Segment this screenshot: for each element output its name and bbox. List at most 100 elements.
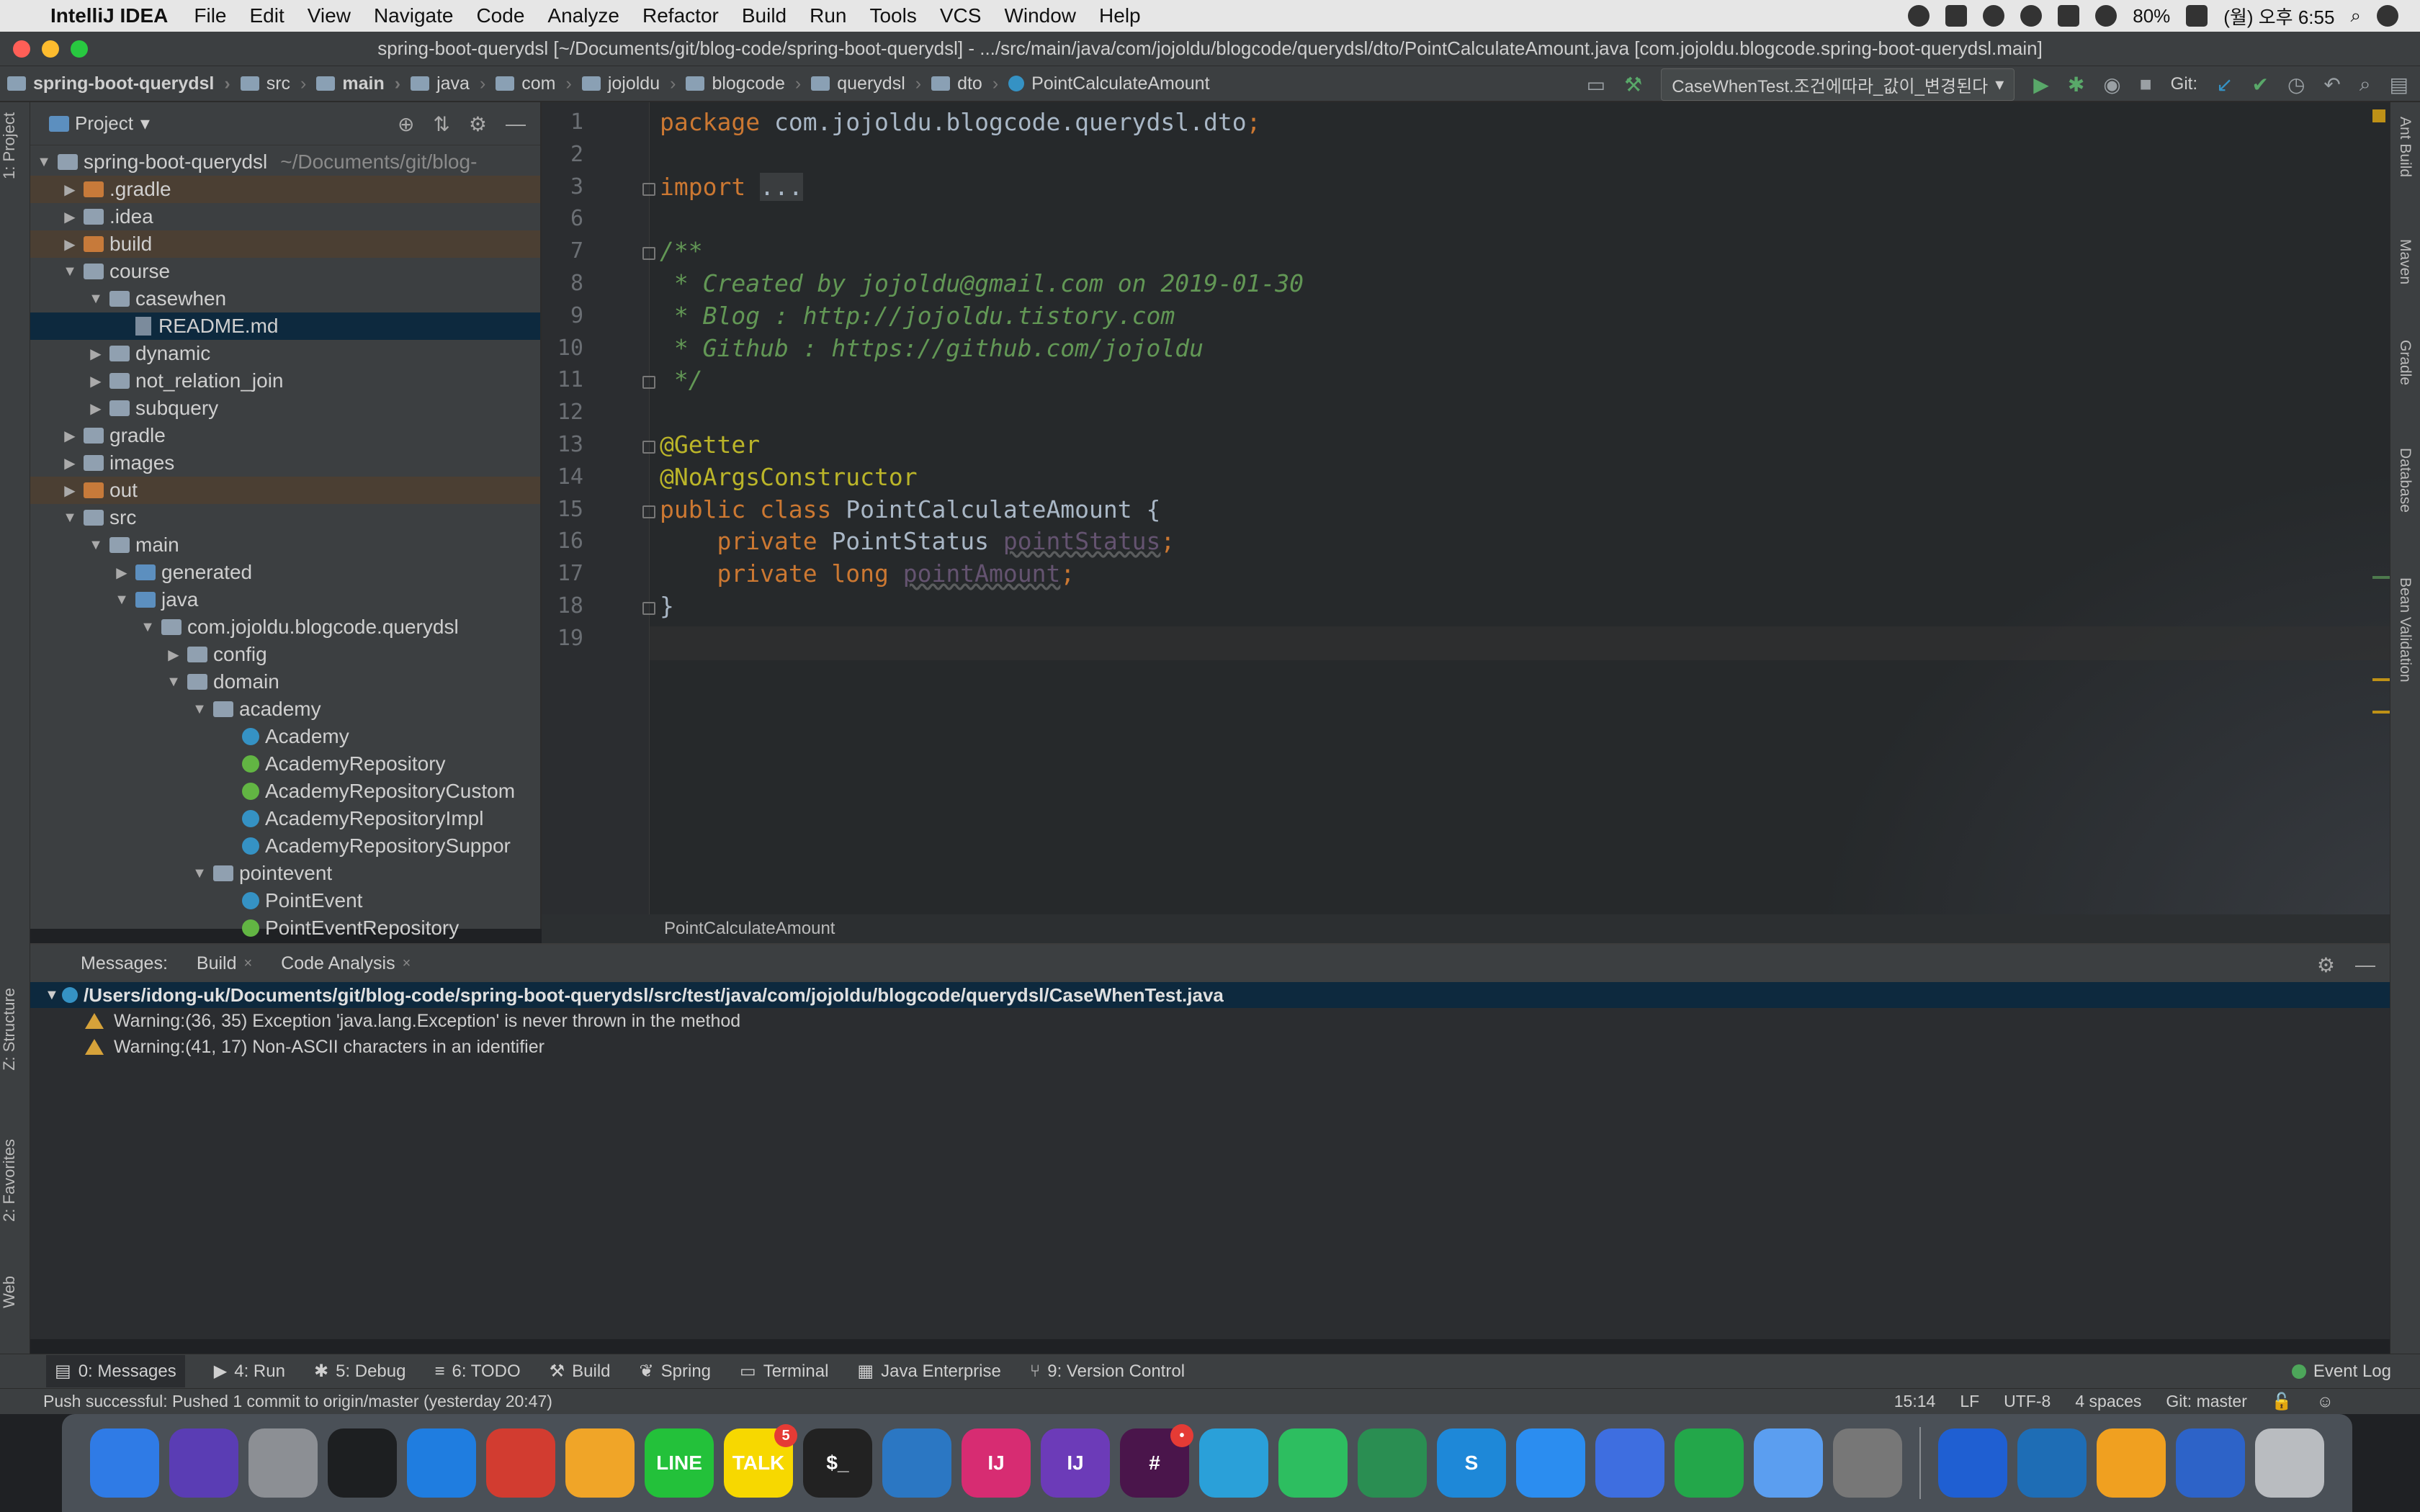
tool-window-4-run[interactable]: ▶ 4: Run	[214, 1361, 285, 1382]
finder-dock-icon[interactable]	[90, 1428, 159, 1498]
expand-arrow-icon[interactable]: ▼	[45, 987, 59, 1004]
gear-icon[interactable]: ⚙	[2317, 953, 2335, 977]
gradle-tool-button[interactable]: Gradle	[2396, 340, 2414, 385]
code-fold-icon[interactable]	[642, 441, 655, 454]
siri-dock-icon[interactable]	[169, 1428, 238, 1498]
expand-arrow-icon[interactable]: ▼	[86, 537, 105, 554]
expand-arrow-icon[interactable]: ▼	[60, 510, 79, 526]
code-fold-icon[interactable]	[642, 376, 655, 390]
tree-item[interactable]: ▼ src	[30, 504, 540, 531]
tree-item[interactable]: ▶ build	[30, 230, 540, 258]
tray-app-icon[interactable]	[1945, 5, 1968, 27]
expand-arrow-icon[interactable]: ▶	[60, 235, 79, 253]
tree-item[interactable]: README.md	[30, 312, 540, 340]
expand-arrow-icon[interactable]: ▼	[164, 674, 183, 690]
menu-build[interactable]: Build	[742, 4, 786, 27]
code-line[interactable]: */	[660, 366, 703, 394]
code-line[interactable]: /**	[660, 237, 703, 265]
expand-arrow-icon[interactable]: ▶	[60, 482, 79, 500]
spotlight-icon[interactable]: ⌕	[2350, 4, 2361, 27]
gear-icon[interactable]: ⚙	[469, 112, 487, 136]
event-log-button[interactable]: Event Log	[2291, 1362, 2391, 1382]
tray-app-icon[interactable]	[2020, 5, 2043, 27]
code-line[interactable]: @NoArgsConstructor	[660, 463, 918, 491]
warning-row[interactable]: Warning:(36, 35) Exception 'java.lang.Ex…	[30, 1008, 2390, 1034]
expand-arrow-icon[interactable]: ▶	[86, 400, 105, 418]
expand-arrow-icon[interactable]: ▼	[35, 154, 53, 171]
code-fold-icon[interactable]	[642, 247, 655, 261]
downloads-dock-icon[interactable]	[2176, 1428, 2245, 1498]
structure-tool-button[interactable]: Z: Structure	[0, 988, 30, 1071]
menu-help[interactable]: Help	[1099, 4, 1141, 27]
s-app-dock-icon[interactable]: S	[1437, 1428, 1506, 1498]
evernote-dock-icon[interactable]	[1278, 1428, 1348, 1498]
caret-position[interactable]: 15:14	[1894, 1392, 1936, 1411]
run-icon[interactable]: ▶	[2033, 73, 2049, 96]
encoding-select[interactable]: UTF-8	[2004, 1392, 2051, 1411]
battery-percentage[interactable]: 80%	[2133, 5, 2170, 27]
tree-item[interactable]: ▶ .gradle	[30, 176, 540, 203]
menu-run[interactable]: Run	[810, 4, 846, 27]
expand-arrow-icon[interactable]: ▶	[86, 345, 105, 363]
expand-arrow-icon[interactable]: ▼	[112, 592, 131, 608]
app-name[interactable]: IntelliJ IDEA	[50, 4, 168, 27]
code-line[interactable]: * Created by jojoldu@gmail.com on 2019-0…	[660, 269, 1304, 297]
tree-root[interactable]: ▼ spring-boot-querydsl ~/Documents/git/b…	[30, 148, 540, 176]
tab-build[interactable]: Build ×	[197, 953, 252, 974]
minimize-window-button[interactable]	[42, 40, 59, 58]
message-file-row[interactable]: ▼ /Users/idong-uk/Documents/git/blog-cod…	[30, 982, 2390, 1008]
reeder-dock-icon[interactable]	[2097, 1428, 2166, 1498]
slack-dock-icon[interactable]: # •	[1120, 1424, 1193, 1498]
tree-item[interactable]: ▼ course	[30, 258, 540, 285]
web-tool-button[interactable]: Web	[0, 1276, 30, 1308]
close-icon[interactable]: ×	[243, 955, 252, 972]
tree-item[interactable]: ▼ academy	[30, 696, 540, 723]
code-line[interactable]: @Getter	[660, 431, 760, 459]
tree-item[interactable]: ▶ out	[30, 477, 540, 504]
stripe-mark[interactable]	[2372, 678, 2390, 681]
git-branch-select[interactable]: Git: master	[2166, 1392, 2246, 1411]
error-stripe[interactable]	[2372, 102, 2390, 929]
breadcrumb-item[interactable]: jojoldu ›	[581, 73, 676, 94]
tool-window-java-enterprise[interactable]: ▦ Java Enterprise	[857, 1361, 1000, 1382]
stripe-mark[interactable]	[2372, 711, 2390, 714]
search-everywhere-icon[interactable]: ⌕	[2360, 73, 2371, 96]
stripe-mark[interactable]	[2372, 576, 2390, 579]
vscode-2-dock-icon[interactable]	[2017, 1428, 2087, 1498]
expand-arrow-icon[interactable]: ▶	[60, 427, 79, 445]
chevron-down-icon[interactable]: ▾	[140, 112, 150, 135]
tool-window-5-debug[interactable]: ✱ 5: Debug	[314, 1361, 406, 1382]
tree-item[interactable]: AcademyRepositorySuppor	[30, 832, 540, 860]
tree-item[interactable]: ▼ main	[30, 531, 540, 559]
tool-window-6-todo[interactable]: ≡ 6: TODO	[434, 1362, 520, 1382]
kakaotalk-dock-icon[interactable]: TALK 5	[724, 1424, 797, 1498]
status-message[interactable]: Push successful: Pushed 1 commit to orig…	[43, 1392, 552, 1411]
launchpad-dock-icon[interactable]	[248, 1428, 318, 1498]
tree-item[interactable]: ▶ images	[30, 449, 540, 477]
tray-app-icon[interactable]	[1908, 5, 1930, 27]
chrome-canary-dock-icon[interactable]	[565, 1428, 635, 1498]
breadcrumb-item[interactable]: blogcode ›	[686, 73, 801, 94]
tree-item[interactable]: ▶ config	[30, 641, 540, 668]
keynote-dock-icon[interactable]	[1595, 1428, 1664, 1498]
tree-item[interactable]: ▶ dynamic	[30, 340, 540, 367]
close-icon[interactable]: ×	[403, 955, 411, 972]
menu-tools[interactable]: Tools	[869, 4, 916, 27]
line-dock-icon[interactable]: LINE	[645, 1428, 714, 1498]
battery-icon[interactable]	[2186, 5, 2208, 27]
breadcrumb-item[interactable]: querydsl ›	[811, 73, 921, 94]
coverage-icon[interactable]: ◉	[2103, 73, 2120, 96]
tree-item[interactable]: AcademyRepository	[30, 750, 540, 778]
code-line[interactable]: private long pointAmount;	[660, 559, 1075, 588]
tool-window-terminal[interactable]: ▭ Terminal	[740, 1361, 828, 1382]
tool-window-build[interactable]: ⚒ Build	[550, 1361, 611, 1382]
expand-arrow-icon[interactable]: ▶	[112, 564, 131, 582]
expand-arrow-icon[interactable]: ▼	[190, 865, 209, 882]
expand-arrow-icon[interactable]: ▼	[86, 291, 105, 307]
menu-code[interactable]: Code	[476, 4, 524, 27]
breadcrumb-item[interactable]: PointCalculateAmount	[1008, 73, 1210, 94]
build-hammer-icon[interactable]: ⚒	[1624, 73, 1642, 96]
git-rollback-icon[interactable]: ↶	[2323, 73, 2340, 96]
line-separator-select[interactable]: LF	[1960, 1392, 1979, 1411]
maps-pin-dock-icon[interactable]	[1938, 1428, 2007, 1498]
